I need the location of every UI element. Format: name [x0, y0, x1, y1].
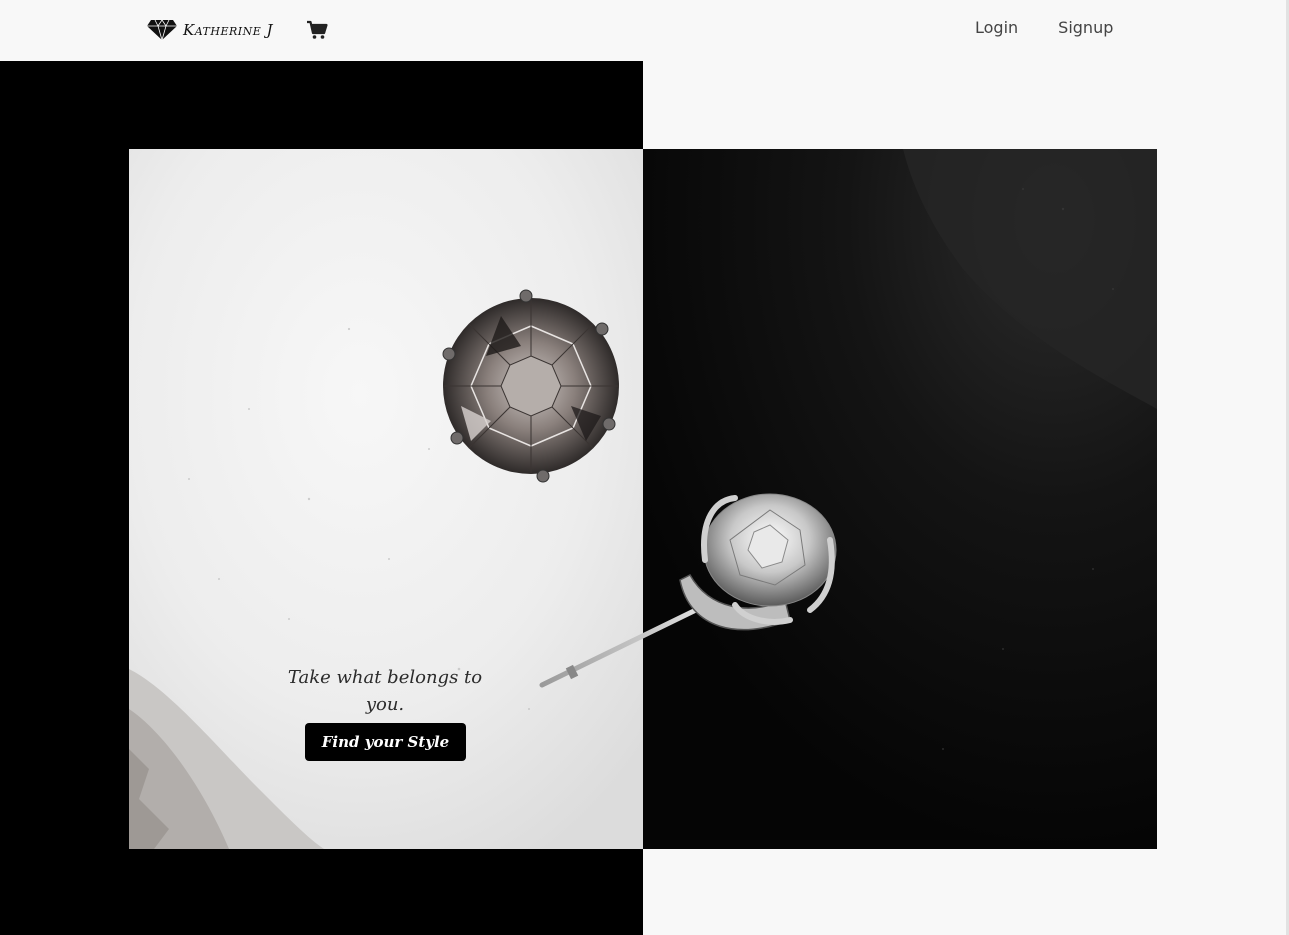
brand-name: Katherine J [183, 21, 274, 39]
dark-stone-texture [643, 149, 1157, 849]
shopping-cart-icon[interactable] [306, 20, 328, 40]
find-your-style-button[interactable]: Find your Style [305, 723, 466, 761]
hero-image-dark-stone [643, 149, 1157, 849]
signup-link[interactable]: Signup [1058, 18, 1113, 37]
brand-logo-link[interactable]: Katherine J [147, 16, 273, 44]
diamond-icon [147, 19, 177, 41]
auth-links: Login Signup [975, 18, 1113, 37]
navbar: Katherine J Login Signup [0, 0, 1286, 61]
page: Katherine J Login Signup Take what belon… [0, 0, 1289, 935]
login-link[interactable]: Login [975, 18, 1018, 37]
hero-tagline: Take what belongs to you. [287, 667, 483, 715]
